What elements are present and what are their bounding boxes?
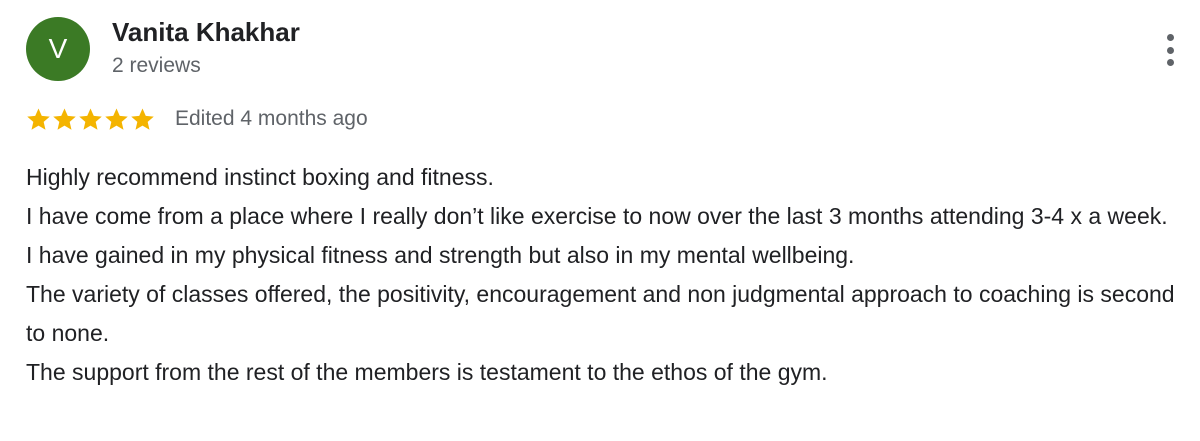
review-line: Highly recommend instinct boxing and fit… — [26, 164, 494, 190]
avatar[interactable]: V — [26, 17, 90, 81]
review-line: The variety of classes offered, the posi… — [26, 281, 1175, 346]
star-icon — [27, 107, 50, 130]
reviewer-name[interactable]: Vanita Khakhar — [112, 16, 300, 48]
more-vert-icon-dot — [1166, 59, 1174, 66]
edited-timestamp: Edited 4 months ago — [175, 107, 368, 130]
star-icon — [105, 107, 128, 130]
review-line: The support from the rest of the members… — [26, 359, 828, 385]
review-line: I have come from a place where I really … — [26, 203, 1168, 229]
review-line: I have gained in my physical fitness and… — [26, 242, 855, 268]
review-text: Highly recommend instinct boxing and fit… — [26, 158, 1191, 392]
more-vert-icon — [1166, 34, 1174, 41]
reviews-count[interactable]: 2 reviews — [112, 52, 201, 80]
star-icon — [131, 107, 154, 130]
review-card: V Vanita Khakhar 2 reviews Edited 4 mont… — [0, 0, 1200, 441]
star-icon — [79, 107, 102, 130]
star-icon — [53, 107, 76, 130]
more-vert-icon-dot — [1166, 46, 1174, 54]
more-options-button[interactable] — [1156, 30, 1184, 70]
star-rating — [25, 104, 155, 134]
avatar-initial: V — [48, 33, 68, 64]
